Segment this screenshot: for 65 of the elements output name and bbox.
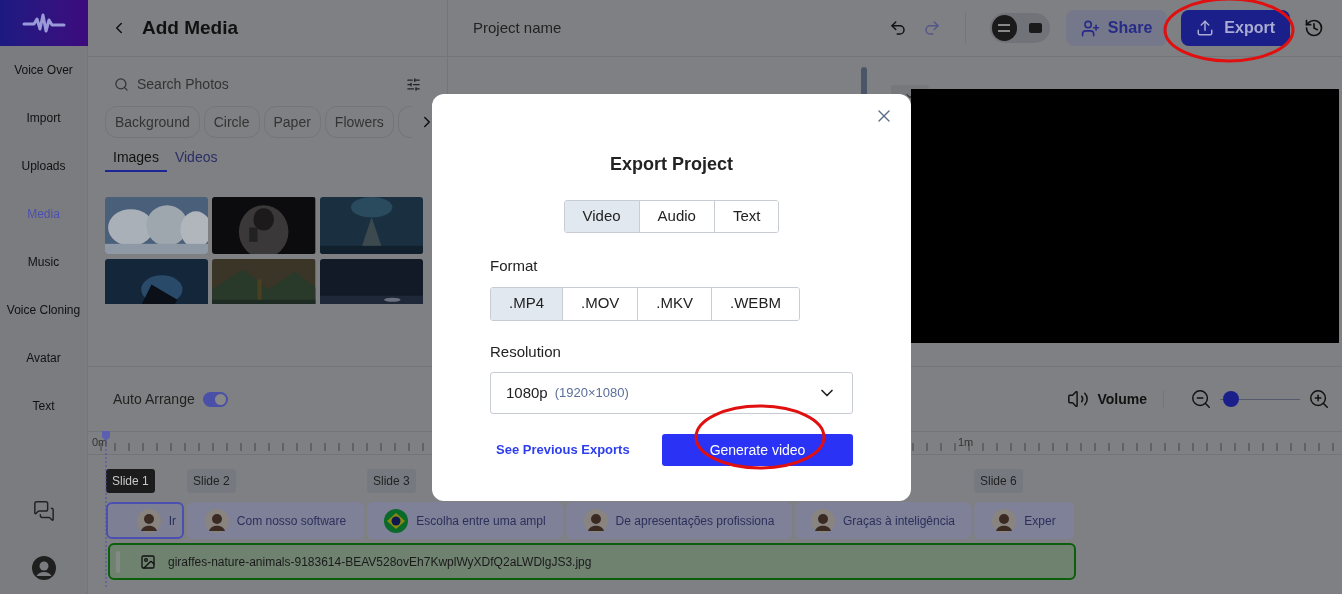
sidebar-item[interactable]: Voice Cloning <box>6 301 81 320</box>
avatar-icon <box>992 508 1017 533</box>
slide-label[interactable]: Slide 6 <box>974 469 1023 493</box>
sidebar-item[interactable]: Avatar <box>26 349 61 368</box>
sidebar-item[interactable]: Uploads <box>21 157 66 176</box>
media-tab[interactable]: Videos <box>166 144 226 172</box>
flag-icon <box>384 508 409 533</box>
search-field[interactable]: Search Photos <box>137 73 398 95</box>
chat-icon[interactable] <box>32 500 55 522</box>
image-icon <box>140 553 156 570</box>
zoom-out-icon[interactable] <box>1190 388 1212 410</box>
previous-exports-link[interactable]: See Previous Exports <box>496 440 630 460</box>
profile-icon[interactable] <box>31 556 56 580</box>
ruler-label: 0m <box>92 435 108 450</box>
avatar-icon <box>583 508 608 533</box>
slide-clip[interactable]: Exper <box>974 502 1074 539</box>
sidebar-item[interactable]: Text <box>32 397 55 416</box>
slide-clip[interactable]: De apresentações profissiona <box>566 502 792 539</box>
media-track[interactable]: giraffes-nature-animals-9183614-BEAV528ovEh7KwplWyXDfQ2aLWDlgJS3.jpg <box>108 543 1076 580</box>
slide-clip[interactable]: Com nosso software <box>187 502 364 539</box>
slide-clip[interactable]: Graças à inteligência <box>795 502 971 539</box>
sidebar-item[interactable]: Voice Over <box>14 61 73 80</box>
slide-label[interactable]: Slide 2 <box>187 469 236 493</box>
category-chip[interactable]: Flowers <box>324 106 394 138</box>
filter-icon[interactable] <box>406 76 421 92</box>
sidebar-item[interactable]: Import <box>26 109 61 128</box>
format-option[interactable]: .WEBM <box>711 287 799 320</box>
search-icon <box>114 76 129 92</box>
dialog-title: Export Project <box>610 153 733 176</box>
history-icon[interactable] <box>1304 18 1324 38</box>
slide-label[interactable]: Slide 3 <box>367 469 416 493</box>
resolution-select[interactable]: 1080p (1920×1080) <box>490 372 853 414</box>
export-type-tab[interactable]: Text <box>713 201 779 232</box>
auto-arrange-label: Auto Arrange <box>113 389 195 409</box>
slide-clip[interactable]: Ir <box>106 502 184 539</box>
avatar-icon <box>136 508 161 533</box>
ruler-label: 1m <box>958 435 974 450</box>
upload-icon <box>1196 19 1215 37</box>
share-button[interactable]: Share <box>1065 10 1168 46</box>
avatar-icon <box>204 508 229 533</box>
sidebar-item[interactable]: Music <box>27 253 60 272</box>
view-mode-icon[interactable] <box>991 15 1017 41</box>
zoom-in-icon[interactable] <box>1308 388 1330 410</box>
slide-clip[interactable]: Escolha entre uma ampl <box>367 502 563 539</box>
export-button[interactable]: Export <box>1181 10 1290 46</box>
resolution-label: Resolution <box>490 341 562 362</box>
media-tab[interactable]: Images <box>105 144 167 172</box>
category-chip[interactable]: Circle <box>203 106 260 138</box>
add-user-icon <box>1080 18 1100 38</box>
volume-label: Volume <box>1097 389 1147 409</box>
export-type-tab[interactable]: Video <box>564 201 639 232</box>
panel-title: Add Media <box>142 15 239 40</box>
category-chip[interactable]: Background <box>105 106 200 138</box>
generate-video-button[interactable]: Generate video <box>662 434 853 466</box>
auto-arrange-switch[interactable] <box>202 391 228 407</box>
volume-icon[interactable] <box>1067 388 1090 410</box>
logo-icon <box>21 11 66 35</box>
undo-icon[interactable] <box>888 19 907 37</box>
format-option[interactable]: .MP4 <box>491 287 562 320</box>
zoom-slider[interactable] <box>1220 391 1300 407</box>
slide-label[interactable]: Slide 1 <box>106 469 155 493</box>
avatar-icon <box>810 508 835 533</box>
category-chip[interactable]: Paper <box>263 106 321 138</box>
format-label: Format <box>490 256 539 276</box>
project-name: Project name <box>473 17 562 38</box>
